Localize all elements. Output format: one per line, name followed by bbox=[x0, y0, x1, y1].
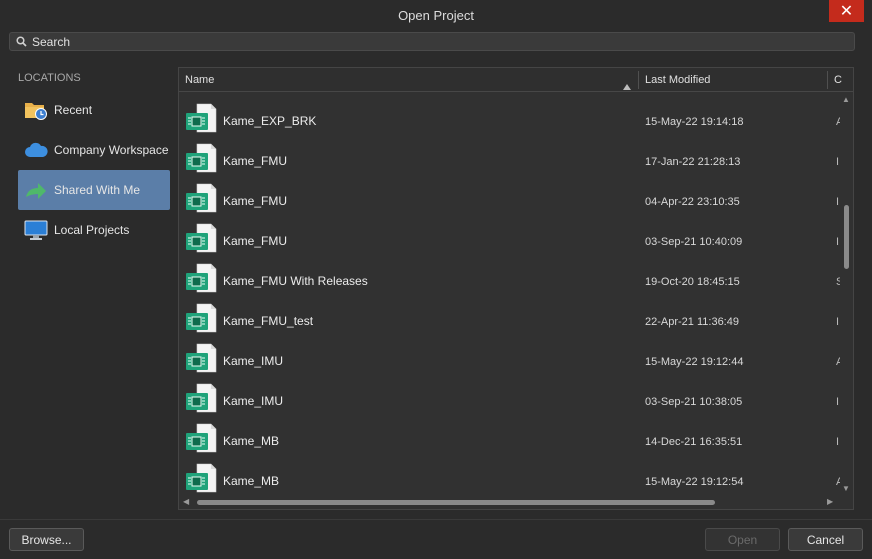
monitor-icon bbox=[24, 219, 48, 241]
pcb-project-icon bbox=[186, 463, 217, 493]
project-name: Kame_FMU bbox=[223, 154, 288, 168]
pcb-project-icon bbox=[186, 223, 217, 253]
project-name: Kame_MB bbox=[223, 434, 280, 448]
close-icon: ✕ bbox=[839, 3, 854, 20]
last-modified-value: 19-Oct-20 18:45:15 bbox=[645, 276, 740, 288]
project-list: Name Last Modified C Kame_EXP_BRK 15-May-… bbox=[178, 67, 854, 510]
last-modified-value: 17-Jan-22 21:28:13 bbox=[645, 156, 741, 168]
locations-sidebar: LOCATIONS Recent Company Workspace Share… bbox=[9, 62, 177, 510]
project-name: Kame_IMU bbox=[223, 354, 284, 368]
list-item[interactable]: Kame_FMU With Releases 19-Oct-20 18:45:15… bbox=[179, 255, 841, 295]
list-item[interactable]: Kame_IMU 15-May-22 19:12:44 A bbox=[179, 335, 841, 375]
horizontal-scrollbar[interactable]: ◀ ▶ bbox=[179, 495, 841, 509]
search-bar[interactable] bbox=[9, 32, 855, 51]
window-title: Open Project bbox=[398, 8, 474, 23]
sidebar-item-label: Shared With Me bbox=[54, 183, 141, 197]
vertical-scrollbar[interactable]: ▲ ▼ bbox=[840, 93, 853, 495]
project-name: Kame_FMU With Releases bbox=[223, 274, 368, 288]
last-modified-value: 14-Dec-21 16:35:51 bbox=[645, 436, 743, 448]
pcb-project-icon bbox=[186, 303, 217, 333]
horizontal-scroll-thumb[interactable] bbox=[197, 500, 715, 505]
title-bar: Open Project ✕ bbox=[0, 0, 872, 30]
list-rows: Kame_EXP_BRK 15-May-22 19:14:18 A Kame_FMU 1… bbox=[179, 93, 841, 493]
dialog-footer: Browse... Open Cancel bbox=[0, 519, 872, 559]
pcb-project-icon bbox=[186, 143, 217, 173]
last-modified-value: 15-May-22 19:14:18 bbox=[645, 116, 744, 128]
list-item[interactable]: Kame_MB 15-May-22 19:12:54 A bbox=[179, 455, 841, 493]
project-name: Kame_FMU_test bbox=[223, 314, 314, 328]
project-name: Kame_EXP_BRK bbox=[223, 114, 317, 128]
project-name: Kame_MB bbox=[223, 474, 280, 488]
last-modified-value: 03-Sep-21 10:40:09 bbox=[645, 236, 743, 248]
list-item[interactable]: Kame_FMU 04-Apr-22 23:10:35 I bbox=[179, 175, 841, 215]
recent-folder-icon bbox=[24, 99, 48, 121]
list-item[interactable]: Kame_FMU 03-Sep-21 10:40:09 I bbox=[179, 215, 841, 255]
sidebar-item-label: Company Workspace bbox=[54, 143, 169, 157]
search-icon bbox=[10, 36, 32, 47]
locations-heading: LOCATIONS bbox=[18, 72, 81, 84]
last-modified-value: 22-Apr-21 11:36:49 bbox=[645, 316, 739, 328]
sidebar-item-recent[interactable]: Recent bbox=[18, 90, 170, 130]
open-button[interactable]: Open bbox=[705, 528, 780, 551]
sidebar-item-shared-with-me[interactable]: Shared With Me bbox=[18, 170, 170, 210]
browse-button[interactable]: Browse... bbox=[9, 528, 84, 551]
column-header-c[interactable]: C bbox=[828, 68, 848, 91]
list-item[interactable]: Kame_FMU_test 22-Apr-21 11:36:49 I bbox=[179, 295, 841, 335]
cloud-icon bbox=[24, 139, 48, 161]
shared-arrow-icon bbox=[24, 179, 48, 201]
close-button[interactable]: ✕ bbox=[829, 0, 864, 22]
project-name: Kame_IMU bbox=[223, 394, 284, 408]
pcb-project-icon bbox=[186, 423, 217, 453]
pcb-project-icon bbox=[186, 383, 217, 413]
list-item[interactable]: Kame_IMU 03-Sep-21 10:38:05 I bbox=[179, 375, 841, 415]
scroll-up-icon[interactable]: ▲ bbox=[842, 95, 850, 104]
list-item[interactable]: Kame_MB 14-Dec-21 16:35:51 I bbox=[179, 415, 841, 455]
scroll-down-icon[interactable]: ▼ bbox=[842, 484, 850, 493]
vertical-scroll-thumb[interactable] bbox=[844, 205, 849, 269]
last-modified-value: 15-May-22 19:12:44 bbox=[645, 356, 744, 368]
last-modified-value: 03-Sep-21 10:38:05 bbox=[645, 396, 743, 408]
scroll-right-icon[interactable]: ▶ bbox=[827, 497, 833, 506]
project-name: Kame_FMU bbox=[223, 194, 288, 208]
pcb-project-icon bbox=[186, 263, 217, 293]
sidebar-item-local-projects[interactable]: Local Projects bbox=[18, 210, 170, 250]
sidebar-item-label: Local Projects bbox=[54, 223, 130, 237]
list-item[interactable]: Kame_FMU 17-Jan-22 21:28:13 I bbox=[179, 135, 841, 175]
list-header: Name Last Modified C bbox=[179, 68, 853, 92]
list-item[interactable]: Kame_EXP_BRK 15-May-22 19:14:18 A bbox=[179, 95, 841, 135]
last-modified-value: 15-May-22 19:12:54 bbox=[645, 476, 744, 488]
sidebar-item-label: Recent bbox=[54, 103, 93, 117]
scroll-left-icon[interactable]: ◀ bbox=[183, 497, 189, 506]
column-header-last-modified[interactable]: Last Modified bbox=[639, 68, 827, 91]
last-modified-value: 04-Apr-22 23:10:35 bbox=[645, 196, 740, 208]
sidebar-item-company-workspace[interactable]: Company Workspace bbox=[18, 130, 170, 170]
pcb-project-icon bbox=[186, 343, 217, 373]
cancel-button[interactable]: Cancel bbox=[788, 528, 863, 551]
project-name: Kame_FMU bbox=[223, 234, 288, 248]
column-header-name[interactable]: Name bbox=[179, 68, 639, 91]
search-input[interactable] bbox=[32, 33, 854, 50]
pcb-project-icon bbox=[186, 183, 217, 213]
pcb-project-icon bbox=[186, 103, 217, 133]
